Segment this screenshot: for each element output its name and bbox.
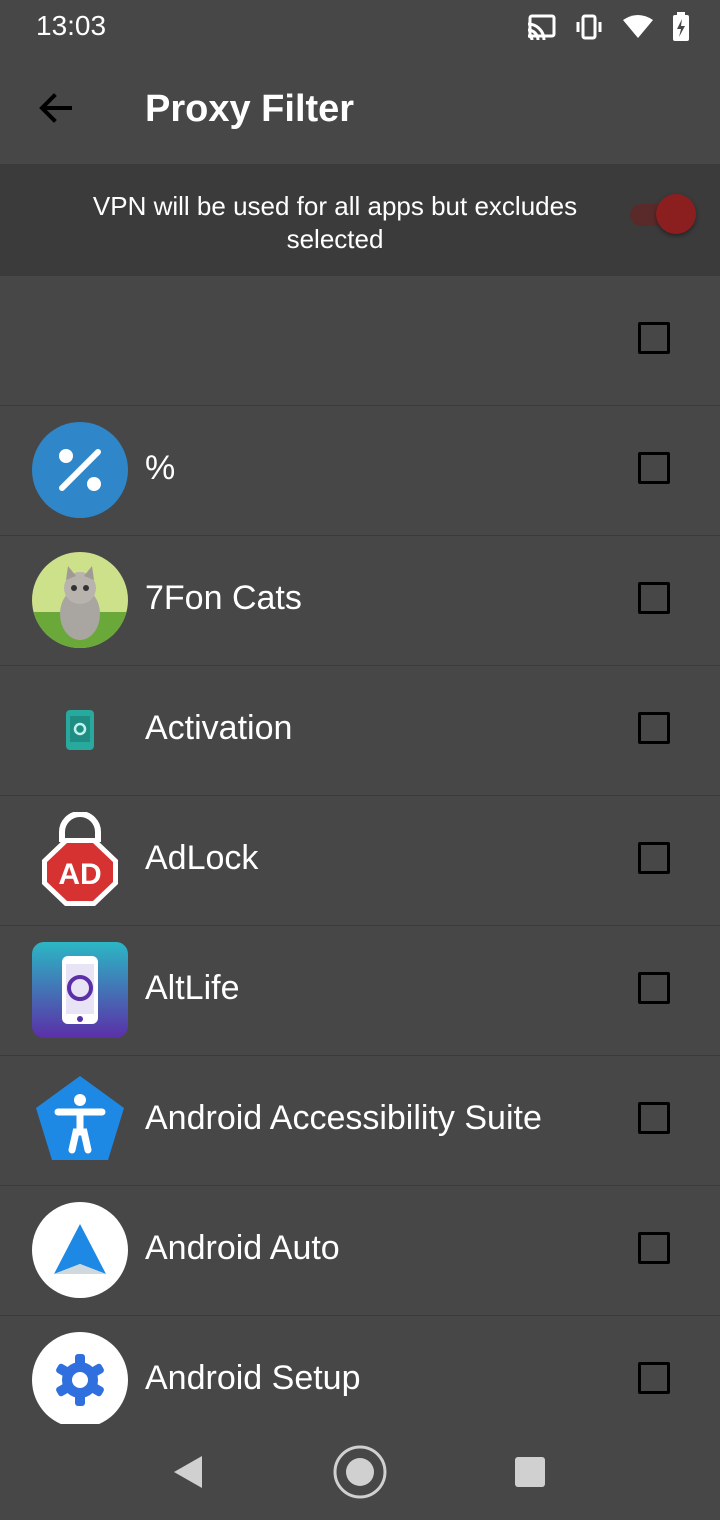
nav-back-icon[interactable] [170,1454,206,1490]
nav-home-icon[interactable] [332,1444,388,1500]
list-item[interactable]: 7Fon Cats [0,536,720,666]
app-name: 7Fon Cats [145,579,302,617]
app-name: % [145,449,176,487]
cat-photo-icon [32,552,128,648]
app-checkbox[interactable] [638,842,670,874]
altlife-icon [32,942,128,1038]
clock: 13:03 [36,10,107,41]
gear-icon [32,1332,128,1424]
app-checkbox[interactable] [638,1362,670,1394]
vibrate-icon [576,14,602,40]
list-item[interactable]: Android Setup [0,1316,720,1424]
list-item[interactable]: Activation [0,666,720,796]
list-item[interactable]: % [0,406,720,536]
app-name: Android Setup [145,1359,361,1397]
app-list: % 7Fon Cats Activation AD AdLock AltLife… [0,276,720,1424]
list-item[interactable]: AD AdLock [0,796,720,926]
nav-recents-icon[interactable] [514,1456,546,1488]
list-item[interactable]: AltLife [0,926,720,1056]
app-checkbox[interactable] [638,1102,670,1134]
android-auto-icon [32,1202,128,1298]
app-checkbox[interactable] [638,322,670,354]
svg-text:AD: AD [58,858,101,891]
arrow-left-icon [39,93,72,123]
vpn-mode-banner: VPN will be used for all apps but exclud… [0,164,720,276]
app-name: Android Accessibility Suite [145,1099,542,1137]
app-checkbox[interactable] [638,972,670,1004]
app-checkbox[interactable] [638,1232,670,1264]
list-item[interactable] [0,276,720,406]
toggle-thumb [656,194,696,234]
cast-icon [527,14,556,40]
phone-gear-icon [66,710,94,750]
app-bar: Proxy Filter [0,56,720,164]
app-name: Activation [145,709,293,747]
back-button[interactable] [34,86,78,130]
app-checkbox[interactable] [638,712,670,744]
app-checkbox[interactable] [638,452,670,484]
vpn-mode-text: VPN will be used for all apps but exclud… [92,191,578,254]
app-name: Android Auto [145,1229,340,1267]
page-title: Proxy Filter [145,88,355,130]
adlock-icon: AD [42,812,118,906]
battery-charging-icon [673,12,689,41]
wifi-icon [623,15,653,38]
list-item[interactable]: Android Accessibility Suite [0,1056,720,1186]
app-name: AltLife [145,969,240,1007]
status-bar: 13:03 [0,0,720,56]
app-checkbox[interactable] [638,582,670,614]
list-item[interactable]: Android Auto [0,1186,720,1316]
status-icons [526,12,690,42]
navigation-bar [0,1424,720,1520]
app-name: AdLock [145,839,259,877]
accessibility-icon [36,1076,124,1160]
percent-app-icon [32,422,128,518]
vpn-mode-toggle[interactable] [626,194,696,234]
